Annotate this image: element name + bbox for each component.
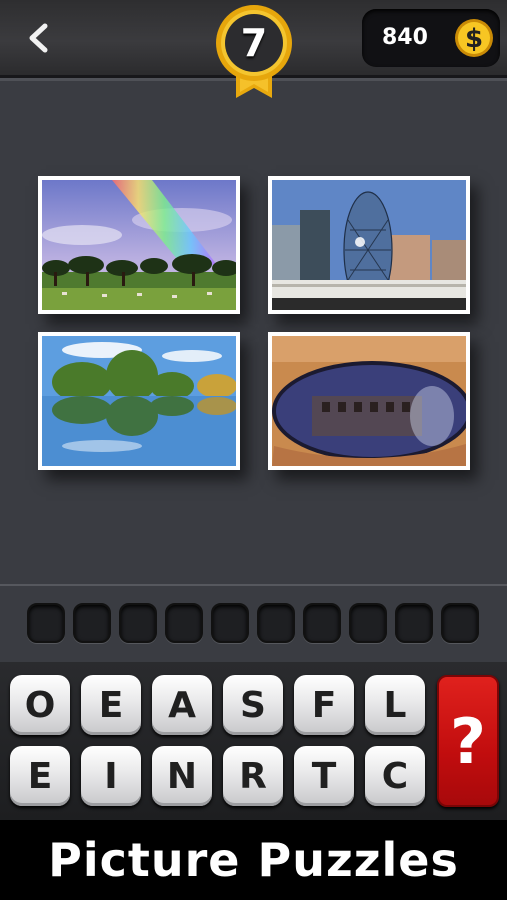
svg-text:$: $ xyxy=(465,24,483,54)
rainbow-landscape-image xyxy=(42,180,236,310)
photo-clue-3[interactable] xyxy=(38,332,240,470)
letter-key[interactable]: S xyxy=(223,675,283,735)
answer-slot[interactable] xyxy=(257,603,295,643)
answer-slot[interactable] xyxy=(303,603,341,643)
chevron-left-icon xyxy=(29,23,48,53)
answer-slot[interactable] xyxy=(119,603,157,643)
answer-slot[interactable] xyxy=(395,603,433,643)
letter-key[interactable]: C xyxy=(365,746,425,806)
level-badge: 7 xyxy=(214,0,294,100)
photo-clue-2[interactable] xyxy=(268,176,470,314)
letter-key[interactable]: T xyxy=(294,746,354,806)
photo-clue-4[interactable] xyxy=(268,332,470,470)
letter-key[interactable]: O xyxy=(10,675,70,735)
back-button[interactable] xyxy=(18,18,58,58)
coin-balance[interactable]: 840 $ xyxy=(362,9,500,67)
answer-slot[interactable] xyxy=(349,603,387,643)
hint-button[interactable]: ? xyxy=(437,675,499,807)
answer-slot[interactable] xyxy=(27,603,65,643)
letter-key[interactable]: L xyxy=(365,675,425,735)
answer-slot[interactable] xyxy=(441,603,479,643)
sunglasses-reflection-image xyxy=(272,336,466,466)
answer-slot[interactable] xyxy=(211,603,249,643)
footer-banner: Picture Puzzles xyxy=(0,820,507,900)
answer-slots xyxy=(27,603,483,643)
level-number: 7 xyxy=(240,21,268,65)
letter-key[interactable]: E xyxy=(10,746,70,806)
letter-key[interactable]: A xyxy=(152,675,212,735)
letter-key[interactable]: E xyxy=(81,675,141,735)
answer-divider xyxy=(0,584,507,586)
letter-key[interactable]: R xyxy=(223,746,283,806)
lake-reflection-image xyxy=(42,336,236,466)
photo-clue-1[interactable] xyxy=(38,176,240,314)
letter-key[interactable]: I xyxy=(81,746,141,806)
letter-key[interactable]: N xyxy=(152,746,212,806)
city-skyline-image xyxy=(272,180,466,310)
answer-slot[interactable] xyxy=(73,603,111,643)
coin-count: 840 xyxy=(382,25,428,50)
app-title: Picture Puzzles xyxy=(48,833,459,887)
answer-slot[interactable] xyxy=(165,603,203,643)
dollar-coin-icon: $ xyxy=(455,19,493,57)
letter-key[interactable]: F xyxy=(294,675,354,735)
